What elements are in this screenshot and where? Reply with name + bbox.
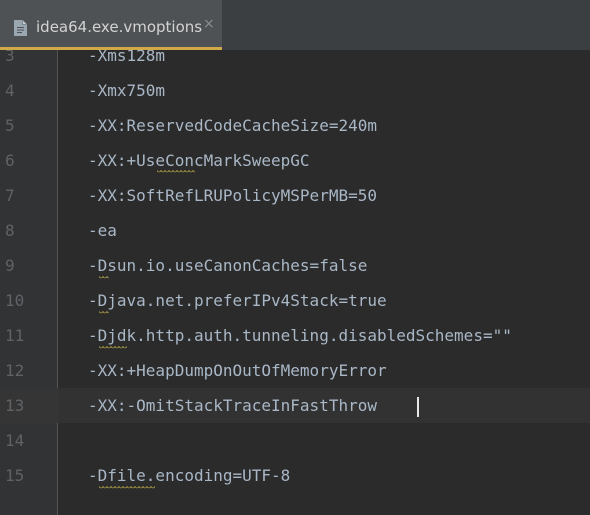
text-caret [417, 397, 419, 417]
line-number: 4 [5, 81, 15, 100]
editor-line[interactable]: 8 -ea [0, 213, 590, 248]
editor-line[interactable]: 12 -XX:+HeapDumpOnOutOfMemoryError [0, 353, 590, 388]
editor-window: 3 -Xms128m 4 -Xmx750m 5 -XX:ReservedCode… [0, 0, 590, 515]
tab-vmoptions-file[interactable]: idea64.exe.vmoptions × [0, 0, 222, 50]
editor-tab-bar: idea64.exe.vmoptions × [0, 0, 590, 50]
editor-line[interactable]: 4 -Xmx750m [0, 73, 590, 108]
line-number: 8 [5, 221, 15, 240]
line-number: 7 [5, 186, 15, 205]
typo-squiggle [99, 276, 109, 280]
typo-squiggle [99, 346, 127, 350]
editor-line[interactable]: 14 [0, 423, 590, 458]
line-text[interactable]: -XX:SoftRefLRUPolicyMSPerMB=50 [88, 178, 377, 213]
editor-line[interactable]: 11 -Djdk.http.auth.tunneling.disabledSch… [0, 318, 590, 353]
editor-line[interactable]: 6 -XX:+UseConcMarkSweepGC [0, 143, 590, 178]
line-text[interactable]: -ea [88, 213, 117, 248]
tab-label: idea64.exe.vmoptions [36, 18, 203, 36]
line-text[interactable]: -XX:-OmitStackTraceInFastThrow [88, 388, 377, 423]
line-number: 13 [0, 388, 58, 423]
editor-line-current[interactable]: 13 -XX:-OmitStackTraceInFastThrow [0, 388, 590, 423]
line-number: 11 [5, 326, 25, 345]
line-text[interactable]: -Djdk.http.auth.tunneling.disabledScheme… [88, 318, 512, 353]
line-text[interactable]: -XX:+UseConcMarkSweepGC [88, 143, 310, 178]
line-text[interactable]: -Dsun.io.useCanonCaches=false [88, 248, 367, 283]
line-number: 15 [5, 466, 25, 485]
line-text[interactable]: -XX:+HeapDumpOnOutOfMemoryError [88, 353, 387, 388]
line-text[interactable]: -Djava.net.preferIPv4Stack=true [88, 283, 387, 318]
typo-squiggle [157, 170, 195, 174]
line-number: 9 [5, 256, 15, 275]
line-number: 12 [5, 361, 25, 380]
typo-squiggle [99, 486, 155, 490]
file-icon [14, 20, 27, 36]
editor-line[interactable]: 5 -XX:ReservedCodeCacheSize=240m [0, 108, 590, 143]
editor-line[interactable]: 9 -Dsun.io.useCanonCaches=false [0, 248, 590, 283]
typo-squiggle [99, 311, 109, 315]
line-number: 10 [5, 291, 25, 310]
line-number: 6 [5, 151, 15, 170]
line-number: 14 [5, 431, 25, 450]
editor-line[interactable]: 15 -Dfile.encoding=UTF-8 [0, 458, 590, 493]
editor-line[interactable]: 10 -Djava.net.preferIPv4Stack=true [0, 283, 590, 318]
line-text[interactable]: -Xmx750m [88, 73, 165, 108]
line-text[interactable]: -XX:ReservedCodeCacheSize=240m [88, 108, 377, 143]
line-number: 5 [5, 116, 15, 135]
close-icon[interactable]: × [203, 16, 215, 32]
editor-line[interactable]: 7 -XX:SoftRefLRUPolicyMSPerMB=50 [0, 178, 590, 213]
